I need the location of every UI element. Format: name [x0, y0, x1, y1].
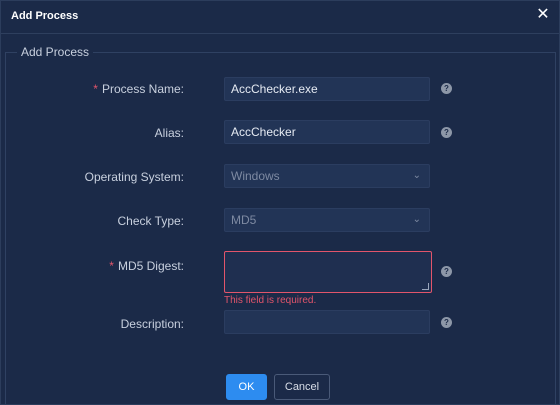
- md5-digest-label: * MD5 Digest:: [109, 259, 184, 273]
- process-name-label: * Process Name:: [93, 82, 184, 96]
- required-mark: *: [93, 82, 98, 96]
- description-label: Description:: [120, 317, 184, 331]
- chevron-down-icon: ⌄: [412, 170, 421, 181]
- process-name-input[interactable]: AccChecker.exe: [224, 77, 430, 101]
- alias-label: Alias:: [154, 126, 184, 140]
- check-type-label: Check Type:: [117, 214, 184, 228]
- check-type-select[interactable]: MD5 ⌄: [224, 208, 430, 232]
- md5-digest-error: This field is required.: [224, 295, 317, 306]
- add-process-dialog: Add Process ✕ Add Process * Process Name:…: [0, 0, 560, 405]
- required-mark: *: [109, 259, 114, 273]
- operating-system-label: Operating System:: [84, 170, 184, 184]
- operating-system-value: Windows: [231, 169, 280, 183]
- alias-help-icon[interactable]: ?: [441, 127, 452, 138]
- md5-digest-textarea[interactable]: [224, 251, 432, 293]
- md5-digest-help-icon[interactable]: ?: [441, 266, 452, 277]
- description-input[interactable]: [224, 310, 430, 334]
- section-legend: Add Process: [17, 45, 94, 59]
- ok-button[interactable]: OK: [226, 374, 267, 400]
- resize-handle-icon[interactable]: [422, 283, 429, 290]
- chevron-down-icon: ⌄: [412, 214, 421, 225]
- process-name-help-icon[interactable]: ?: [441, 83, 452, 94]
- cancel-button[interactable]: Cancel: [274, 374, 330, 400]
- alias-input[interactable]: AccChecker: [224, 120, 430, 144]
- operating-system-select[interactable]: Windows ⌄: [224, 164, 430, 188]
- dialog-title: Add Process: [11, 10, 79, 22]
- description-help-icon[interactable]: ?: [441, 317, 452, 328]
- close-icon[interactable]: ✕: [535, 7, 551, 23]
- check-type-value: MD5: [231, 213, 257, 227]
- dialog-header: Add Process ✕: [1, 1, 559, 34]
